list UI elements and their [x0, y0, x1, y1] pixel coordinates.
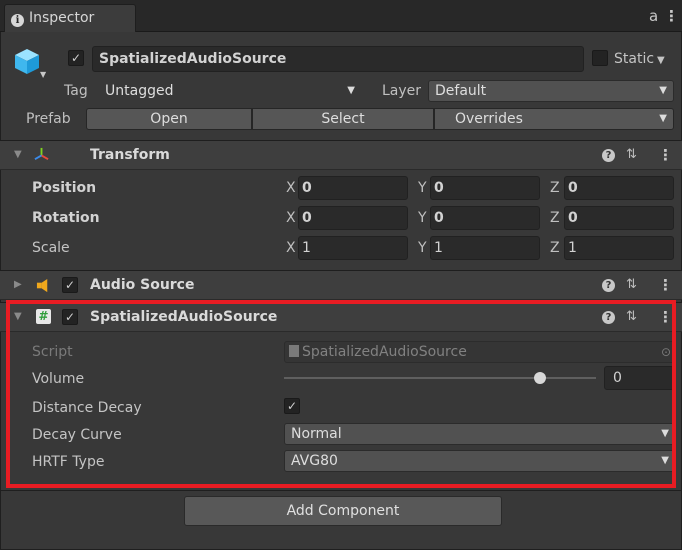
rotation-y-field[interactable]: 0	[430, 206, 540, 230]
presets-icon[interactable]: ⇅	[626, 270, 637, 300]
decay-curve-dropdown[interactable]: Normal ▼	[284, 423, 676, 445]
help-icon[interactable]: ?	[602, 311, 615, 324]
rotation-y-label[interactable]: Y	[418, 206, 427, 230]
layer-label: Layer	[382, 83, 422, 99]
presets-icon[interactable]: ⇅	[626, 140, 637, 170]
volume-value-field[interactable]: 0	[604, 366, 674, 390]
layer-dropdown[interactable]: Default ▼	[428, 80, 674, 102]
help-icon[interactable]: ?	[602, 279, 615, 292]
position-z-field[interactable]: 0	[564, 176, 674, 200]
audio-source-foldout-icon[interactable]: ▶	[14, 270, 22, 300]
script-object-field: SpatializedAudioSource ⊙	[284, 341, 676, 363]
component-menu-icon[interactable]: ⋮	[658, 140, 673, 170]
volume-slider-track[interactable]	[284, 377, 596, 379]
component-menu-icon[interactable]: ⋮	[658, 270, 673, 300]
chevron-down-icon: ▼	[661, 428, 669, 439]
script-file-icon	[289, 345, 299, 357]
decay-curve-label: Decay Curve	[32, 427, 122, 443]
scale-x-label[interactable]: X	[286, 236, 296, 260]
rotation-z-field[interactable]: 0	[564, 206, 674, 230]
static-arrow-icon: ▼	[657, 55, 665, 66]
transform-axes-icon	[34, 147, 49, 161]
hrtf-type-value: AVG80	[291, 453, 338, 469]
rotation-x-field[interactable]: 0	[298, 206, 408, 230]
transform-foldout-icon[interactable]: ▼	[14, 140, 22, 170]
info-icon: i	[11, 14, 24, 27]
volume-label: Volume	[32, 371, 85, 387]
decay-curve-value: Normal	[291, 426, 342, 442]
tab-inspector[interactable]: i Inspector	[4, 4, 136, 32]
gameobject-cube-icon	[15, 49, 39, 74]
lock-icon[interactable]: a	[649, 6, 658, 26]
spatialized-enabled-checkbox[interactable]: ✓	[62, 309, 78, 325]
script-hash-icon: #	[36, 309, 51, 324]
rotation-label: Rotation	[32, 210, 100, 226]
spatialized-title: SpatializedAudioSource	[90, 309, 278, 325]
prefab-open-button[interactable]: Open	[86, 108, 252, 130]
add-component-button[interactable]: Add Component	[184, 496, 502, 526]
script-label: Script	[32, 344, 73, 360]
tab-menu-icon[interactable]: ⋮	[664, 6, 679, 26]
audio-source-enabled-checkbox[interactable]: ✓	[62, 277, 78, 293]
position-x-field[interactable]: 0	[298, 176, 408, 200]
scale-x-field[interactable]: 1	[298, 236, 408, 260]
speaker-icon	[36, 278, 48, 293]
position-y-label[interactable]: Y	[418, 176, 427, 200]
scale-y-field[interactable]: 1	[430, 236, 540, 260]
layer-value: Default	[435, 83, 487, 99]
gameobject-active-checkbox[interactable]: ✓	[68, 50, 84, 66]
position-z-label[interactable]: Z	[550, 176, 560, 200]
chevron-down-icon: ▼	[347, 85, 355, 96]
volume-slider-thumb[interactable]	[533, 372, 546, 384]
position-y-field[interactable]: 0	[430, 176, 540, 200]
tag-label: Tag	[64, 83, 88, 99]
position-x-label[interactable]: X	[286, 176, 296, 200]
tag-dropdown[interactable]: Untagged ▼	[98, 80, 362, 102]
rotation-x-label[interactable]: X	[286, 206, 296, 230]
chevron-down-icon: ▼	[661, 455, 669, 466]
tag-value: Untagged	[105, 83, 174, 99]
static-label[interactable]: Static ▼	[614, 48, 665, 72]
icon-dropdown-arrow[interactable]: ▼	[40, 71, 48, 79]
scale-z-label[interactable]: Z	[550, 236, 560, 260]
prefab-label: Prefab	[26, 111, 71, 127]
prefab-overrides-dropdown[interactable]: Overrides ▼	[434, 108, 674, 130]
component-menu-icon[interactable]: ⋮	[658, 302, 673, 332]
scale-label: Scale	[32, 240, 70, 256]
chevron-down-icon: ▼	[659, 113, 667, 124]
transform-title: Transform	[90, 147, 170, 163]
distance-decay-label: Distance Decay	[32, 400, 142, 416]
presets-icon[interactable]: ⇅	[626, 302, 637, 332]
overrides-label: Overrides	[455, 111, 523, 127]
gameobject-name-field[interactable]: SpatializedAudioSource	[92, 46, 584, 72]
spatialized-foldout-icon[interactable]: ▼	[14, 302, 22, 332]
static-checkbox[interactable]	[592, 50, 608, 66]
prefab-select-button[interactable]: Select	[252, 108, 434, 130]
divider	[0, 490, 682, 491]
scale-y-label[interactable]: Y	[418, 236, 427, 260]
rotation-z-label[interactable]: Z	[550, 206, 560, 230]
chevron-down-icon: ▼	[659, 85, 667, 96]
distance-decay-checkbox[interactable]: ✓	[284, 398, 300, 414]
position-label: Position	[32, 180, 97, 196]
object-picker-icon: ⊙	[660, 345, 671, 359]
script-value: SpatializedAudioSource	[302, 344, 467, 360]
hrtf-type-label: HRTF Type	[32, 454, 105, 470]
hrtf-type-dropdown[interactable]: AVG80 ▼	[284, 450, 676, 472]
tab-title: Inspector	[29, 10, 95, 26]
audio-source-title: Audio Source	[90, 277, 195, 293]
help-icon[interactable]: ?	[602, 149, 615, 162]
static-text: Static	[614, 51, 655, 67]
scale-z-field[interactable]: 1	[564, 236, 674, 260]
